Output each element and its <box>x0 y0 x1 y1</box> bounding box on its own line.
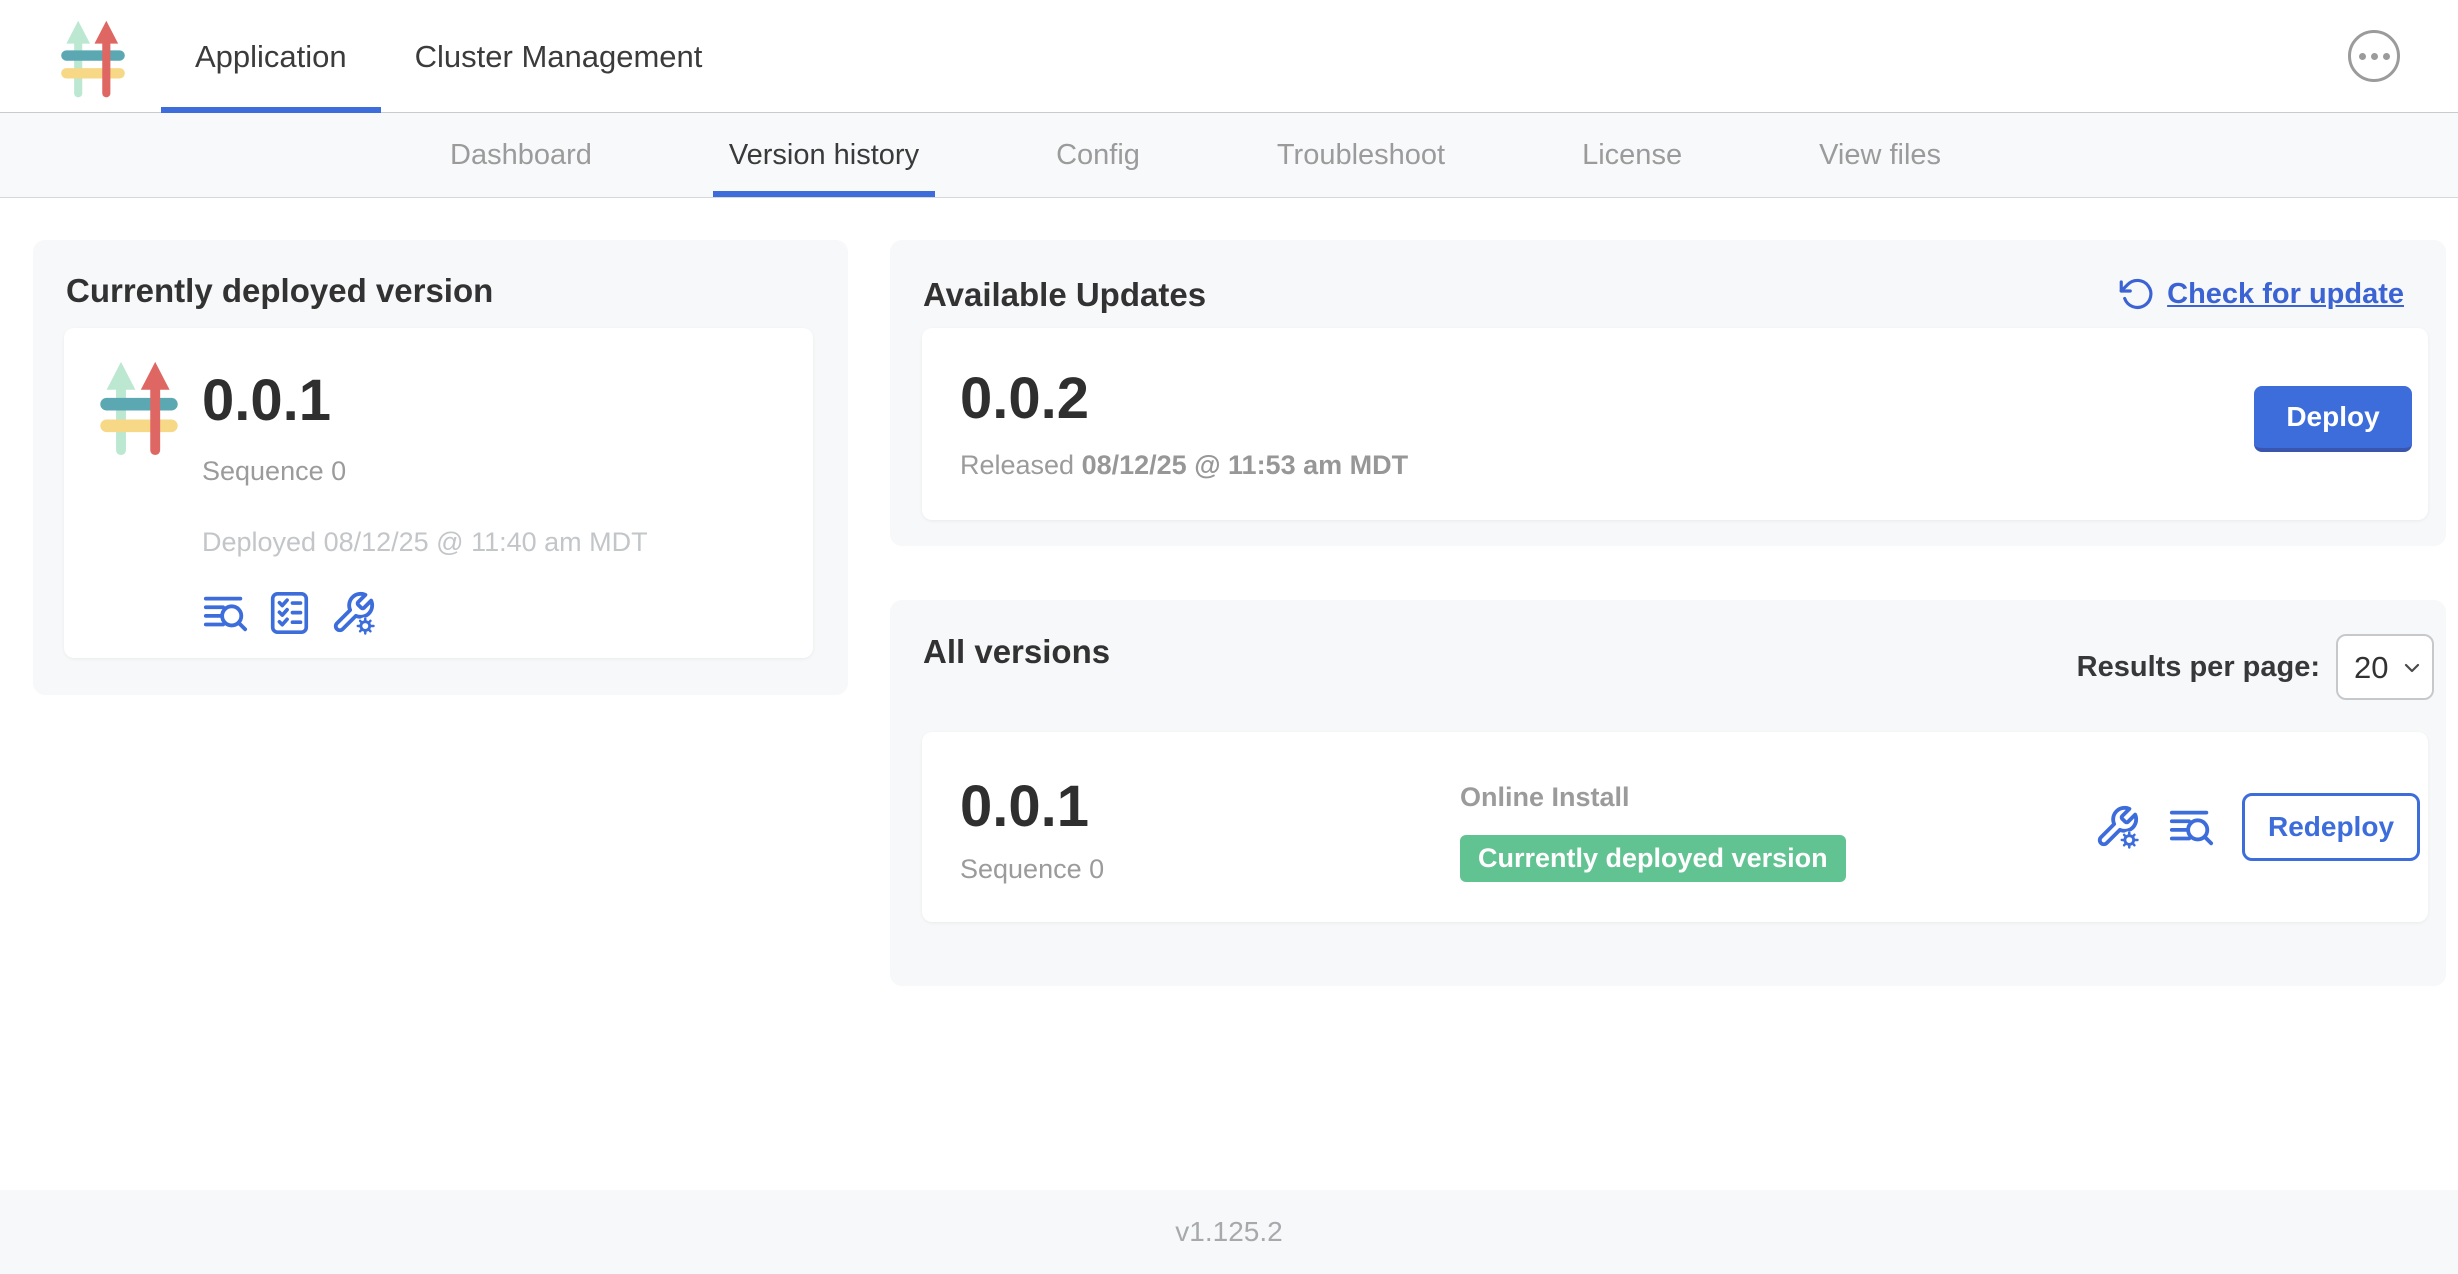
results-per-page-select[interactable]: 20 <box>2336 634 2434 700</box>
currently-deployed-card: Currently deployed version 0.0.1 Sequenc… <box>33 240 848 695</box>
tab-config[interactable]: Config <box>1040 113 1156 197</box>
release-notes-icon[interactable] <box>2168 804 2214 850</box>
row-version-number: 0.0.1 <box>960 778 1104 836</box>
edit-config-icon[interactable] <box>2094 804 2140 850</box>
deployed-timestamp: Deployed 08/12/25 @ 11:40 am MDT <box>202 527 648 558</box>
results-per-page-label: Results per page: <box>2077 651 2320 684</box>
version-row: 0.0.1 Sequence 0 Online Install Currentl… <box>922 732 2428 922</box>
app-logo-icon <box>94 356 184 456</box>
update-version-number: 0.0.2 <box>960 370 1089 428</box>
release-notes-icon[interactable] <box>202 590 248 636</box>
available-updates-title: Available Updates <box>923 276 1206 314</box>
check-for-update-link[interactable]: Check for update <box>2119 276 2404 312</box>
all-versions-title: All versions <box>923 633 1110 671</box>
console-version: v1.125.2 <box>1175 1216 1282 1248</box>
update-row: 0.0.2 Released 08/12/25 @ 11:53 am MDT D… <box>922 328 2428 520</box>
redeploy-button[interactable]: Redeploy <box>2242 793 2420 861</box>
deployed-version-panel: 0.0.1 Sequence 0 Deployed 08/12/25 @ 11:… <box>64 328 813 658</box>
deployed-card-title: Currently deployed version <box>66 272 493 310</box>
tab-troubleshoot[interactable]: Troubleshoot <box>1261 113 1461 197</box>
nav-tab-application[interactable]: Application <box>161 0 381 113</box>
row-sequence: Sequence 0 <box>960 854 1104 885</box>
app-subnav: Dashboard Version history Config Trouble… <box>0 113 2458 198</box>
available-updates-card: Available Updates Check for update 0.0.2… <box>890 240 2446 546</box>
currently-deployed-badge: Currently deployed version <box>1460 835 1846 882</box>
tab-license[interactable]: License <box>1566 113 1698 197</box>
admin-console-page: Application Cluster Management Dashboard… <box>0 0 2458 1274</box>
deployed-version-number: 0.0.1 <box>202 372 648 430</box>
edit-config-icon[interactable] <box>330 590 376 636</box>
refresh-icon <box>2119 276 2155 312</box>
install-type-label: Online Install <box>1460 782 1846 813</box>
ellipsis-icon <box>2359 53 2366 60</box>
preflight-checks-icon[interactable] <box>266 590 312 636</box>
nav-tab-cluster-management[interactable]: Cluster Management <box>381 0 737 113</box>
all-versions-card: All versions Results per page: 20 0.0.1 … <box>890 600 2446 986</box>
top-nav: Application Cluster Management <box>0 0 2458 113</box>
deploy-button[interactable]: Deploy <box>2254 386 2412 452</box>
footer: v1.125.2 <box>0 1190 2458 1274</box>
tab-version-history[interactable]: Version history <box>713 113 935 197</box>
app-logo-icon <box>56 14 130 100</box>
nav-tab-cluster-management-label: Cluster Management <box>415 39 703 75</box>
tab-dashboard[interactable]: Dashboard <box>434 113 608 197</box>
tab-view-files[interactable]: View files <box>1803 113 1957 197</box>
deployed-sequence: Sequence 0 <box>202 456 648 487</box>
nav-tab-application-label: Application <box>195 39 347 75</box>
check-for-update-label: Check for update <box>2167 278 2404 311</box>
primary-tabs: Application Cluster Management <box>161 0 736 113</box>
update-released-timestamp: Released 08/12/25 @ 11:53 am MDT <box>960 450 1408 481</box>
overflow-menu-button[interactable] <box>2348 30 2400 82</box>
